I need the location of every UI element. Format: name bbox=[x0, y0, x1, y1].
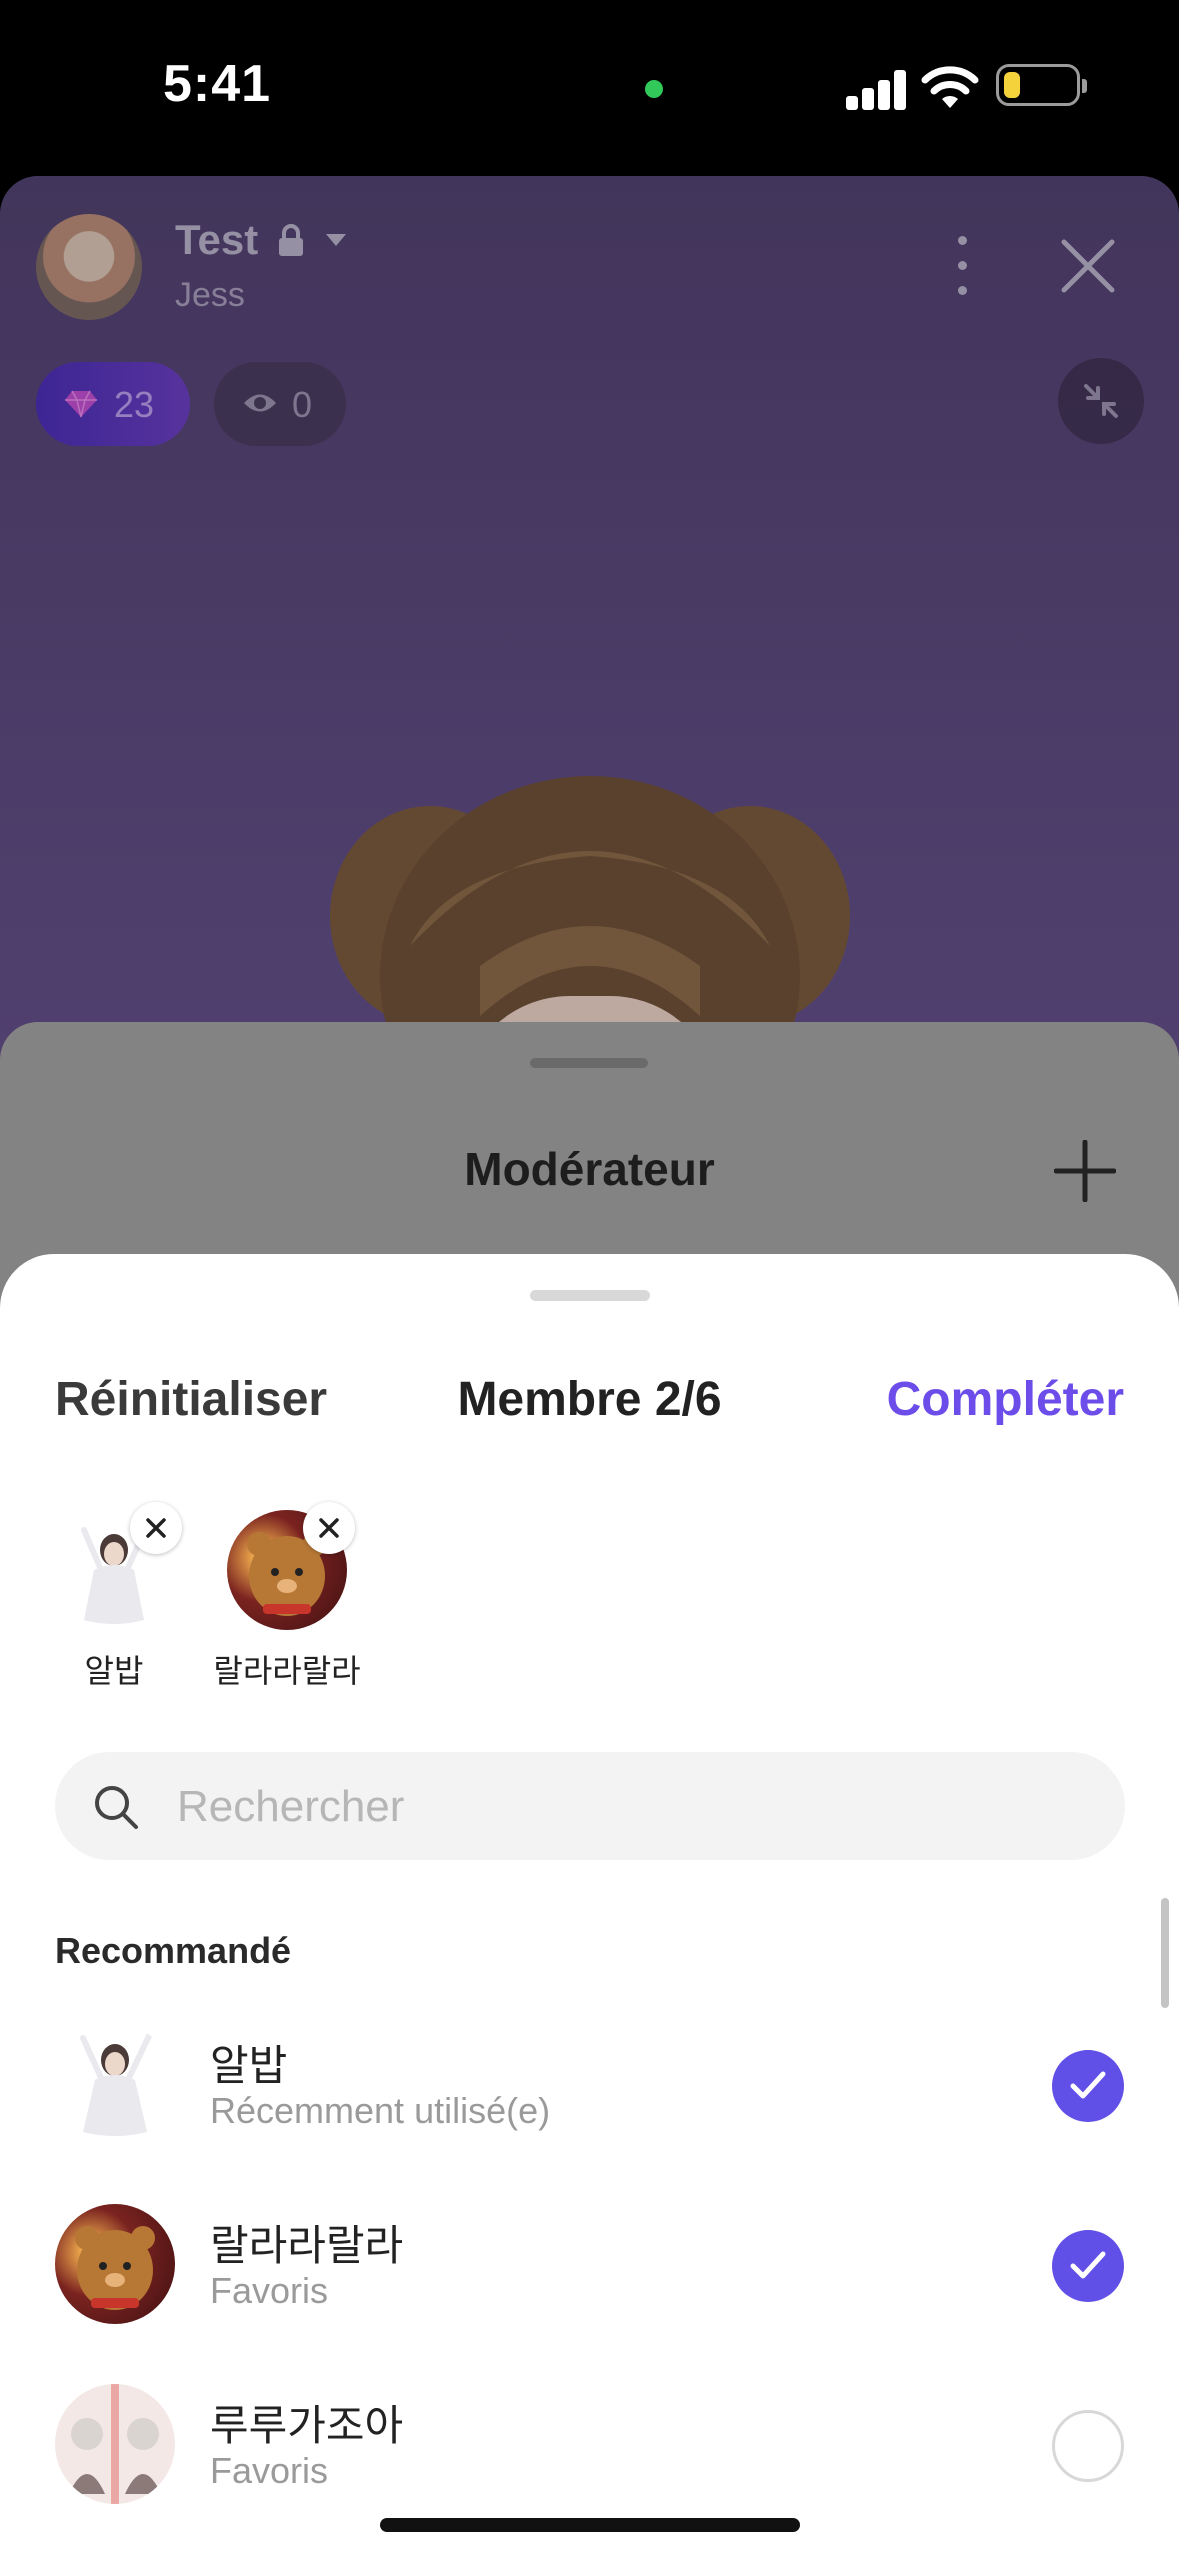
remove-icon[interactable] bbox=[303, 1502, 355, 1554]
member-subtitle: Récemment utilisé(e) bbox=[210, 2090, 551, 2131]
chip-label: 랄라라랄라 bbox=[213, 1653, 361, 1689]
section-title: Recommandé bbox=[55, 1930, 292, 1971]
wifi-icon bbox=[921, 66, 979, 108]
list-item[interactable]: 알밥 Récemment utilisé(e) bbox=[0, 2004, 1179, 2164]
search-icon bbox=[95, 1786, 138, 1829]
drag-handle[interactable] bbox=[530, 1290, 650, 1301]
member-name: 루루가조아 bbox=[210, 2402, 404, 2449]
complete-button[interactable]: Compléter bbox=[887, 1372, 1124, 1427]
checked-icon[interactable] bbox=[1052, 2050, 1124, 2122]
search-bar[interactable] bbox=[55, 1752, 1125, 1862]
avatar bbox=[55, 2384, 175, 2504]
unchecked-icon[interactable] bbox=[1052, 2410, 1124, 2482]
member-subtitle: Favoris bbox=[210, 2450, 329, 2491]
battery-icon bbox=[996, 64, 1087, 106]
chip-label: 알밥 bbox=[84, 1653, 144, 1689]
avatar bbox=[54, 1502, 182, 1630]
member-name: 랄라라랄라 bbox=[210, 2222, 404, 2269]
list-item[interactable]: 루루가조아 Favoris bbox=[0, 2364, 1179, 2524]
member-subtitle: Favoris bbox=[210, 2270, 329, 2311]
camera-indicator-icon bbox=[645, 80, 663, 98]
home-indicator bbox=[380, 2518, 800, 2532]
status-bar: 5:41 bbox=[0, 0, 1179, 176]
avatar bbox=[55, 2204, 175, 2324]
moderator-title: Modérateur bbox=[464, 1143, 715, 1195]
member-name: 알밥 bbox=[210, 2042, 288, 2089]
avatar bbox=[55, 2024, 175, 2144]
selected-member-chip[interactable]: 랄라라랄라 bbox=[202, 1502, 372, 1692]
list-item[interactable]: 랄라라랄라 Favoris bbox=[0, 2184, 1179, 2344]
scrollbar[interactable] bbox=[1161, 1898, 1169, 2008]
add-moderator-icon[interactable] bbox=[1054, 1140, 1116, 1202]
remove-icon[interactable] bbox=[130, 1502, 182, 1554]
checked-icon[interactable] bbox=[1052, 2230, 1124, 2302]
member-select-sheet: Réinitialiser Membre 2/6 Compléter 알밥 랄라… bbox=[0, 1254, 1179, 2556]
selected-member-chip[interactable]: 알밥 bbox=[29, 1502, 199, 1692]
drag-handle[interactable] bbox=[530, 1058, 648, 1068]
search-input[interactable] bbox=[175, 1752, 1079, 1862]
reset-button[interactable]: Réinitialiser bbox=[55, 1372, 327, 1427]
avatar bbox=[227, 1502, 355, 1630]
cellular-signal-icon bbox=[846, 70, 908, 110]
status-time: 5:41 bbox=[163, 55, 272, 113]
